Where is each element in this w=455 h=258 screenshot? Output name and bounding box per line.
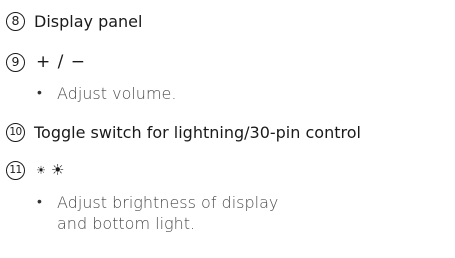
list-item-brightness: 11 ☀ ☀	[6, 160, 65, 180]
item-title: Toggle switch for lightning/30-pin contr…	[34, 123, 361, 142]
bullet-row: • Adjust brightness of display and botto…	[37, 192, 297, 234]
item-number-badge: 10	[6, 123, 25, 142]
bullet-icon: •	[37, 85, 42, 101]
item-title: Display panel	[34, 12, 143, 31]
bullet-icon: •	[37, 194, 42, 210]
list-item-display-panel: 8 Display panel	[6, 12, 142, 31]
bullet-text: Adjust brightness of display and bottom …	[57, 193, 279, 233]
bullet-text: Adjust volume.	[57, 84, 177, 103]
plus-minus-symbol: + / −	[36, 52, 87, 72]
brightness-low-icon: ☀	[36, 164, 47, 177]
brightness-high-icon: ☀	[50, 161, 66, 179]
item-number-badge: 11	[6, 160, 25, 180]
brightness-symbols: ☀ ☀	[36, 160, 65, 180]
item-number-badge: 8	[6, 12, 25, 31]
bullet-row: • Adjust volume.	[37, 83, 297, 104]
list-item-volume: 9 + / −	[6, 52, 86, 72]
item-number-badge: 9	[6, 52, 25, 72]
list-item-toggle-switch: 10 Toggle switch for lightning/30-pin co…	[6, 123, 361, 142]
